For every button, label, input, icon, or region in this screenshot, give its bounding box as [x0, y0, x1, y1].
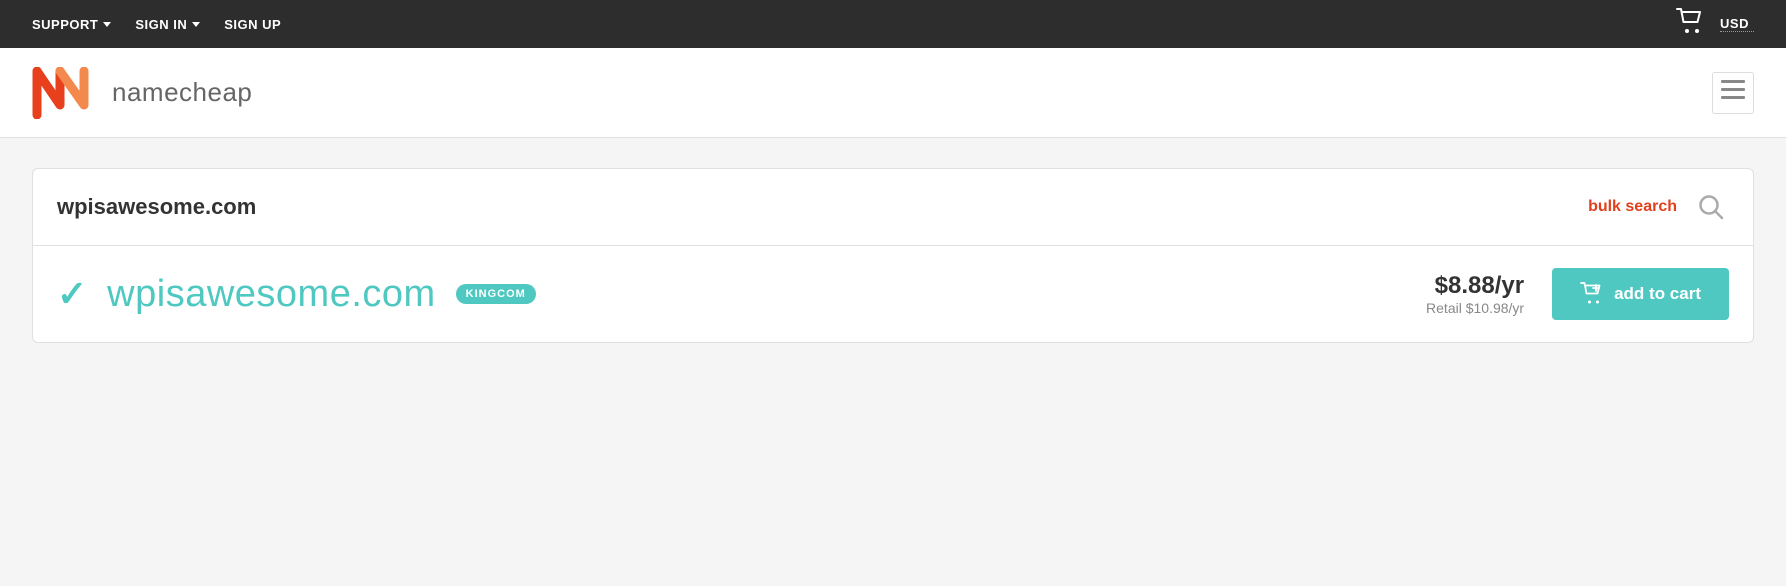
domain-result-card: ✓ wpisawesome.com KINGCOM $8.88/yr Retai…	[32, 246, 1754, 343]
currency-label: USD	[1720, 16, 1749, 31]
search-actions: bulk search	[1588, 189, 1729, 225]
result-domain-name: wpisawesome.com	[107, 273, 436, 316]
result-left: ✓ wpisawesome.com KINGCOM	[57, 273, 536, 316]
availability-checkmark-icon: ✓	[57, 276, 87, 312]
signup-label: SIGN UP	[224, 17, 281, 32]
kingcom-badge: KINGCOM	[456, 284, 536, 304]
add-to-cart-label: add to cart	[1614, 284, 1701, 304]
price-block: $8.88/yr Retail $10.98/yr	[1426, 272, 1524, 316]
hamburger-menu-icon[interactable]	[1712, 72, 1754, 114]
main-content: wpisawesome.com bulk search ✓ wpisawesom…	[0, 138, 1786, 373]
support-menu[interactable]: SUPPORT	[32, 17, 111, 32]
add-to-cart-button[interactable]: add to cart	[1552, 268, 1729, 320]
result-right: $8.88/yr Retail $10.98/yr add to cart	[1426, 268, 1729, 320]
signin-menu[interactable]: SIGN IN	[135, 17, 200, 32]
search-button[interactable]	[1693, 189, 1729, 225]
logo[interactable]: namecheap	[32, 67, 252, 119]
signup-link[interactable]: SIGN UP	[224, 17, 281, 32]
top-navigation: SUPPORT SIGN IN SIGN UP USD	[0, 0, 1786, 48]
site-header: namecheap	[0, 48, 1786, 138]
logo-text: namecheap	[112, 77, 252, 108]
namecheap-logo-icon	[32, 67, 100, 119]
support-caret-icon	[103, 22, 111, 27]
add-to-cart-icon	[1580, 282, 1604, 306]
search-card: wpisawesome.com bulk search	[32, 168, 1754, 246]
price-main: $8.88/yr	[1426, 272, 1524, 300]
signin-caret-icon	[192, 22, 200, 27]
top-nav-left: SUPPORT SIGN IN SIGN UP	[32, 17, 281, 32]
top-nav-right: USD	[1676, 8, 1754, 40]
signin-label: SIGN IN	[135, 17, 187, 32]
search-domain-value: wpisawesome.com	[57, 194, 256, 220]
support-label: SUPPORT	[32, 17, 98, 32]
cart-icon[interactable]	[1676, 8, 1704, 40]
bulk-search-link[interactable]: bulk search	[1588, 198, 1677, 216]
search-icon	[1698, 194, 1724, 220]
price-retail: Retail $10.98/yr	[1426, 300, 1524, 316]
currency-selector[interactable]: USD	[1720, 16, 1754, 32]
